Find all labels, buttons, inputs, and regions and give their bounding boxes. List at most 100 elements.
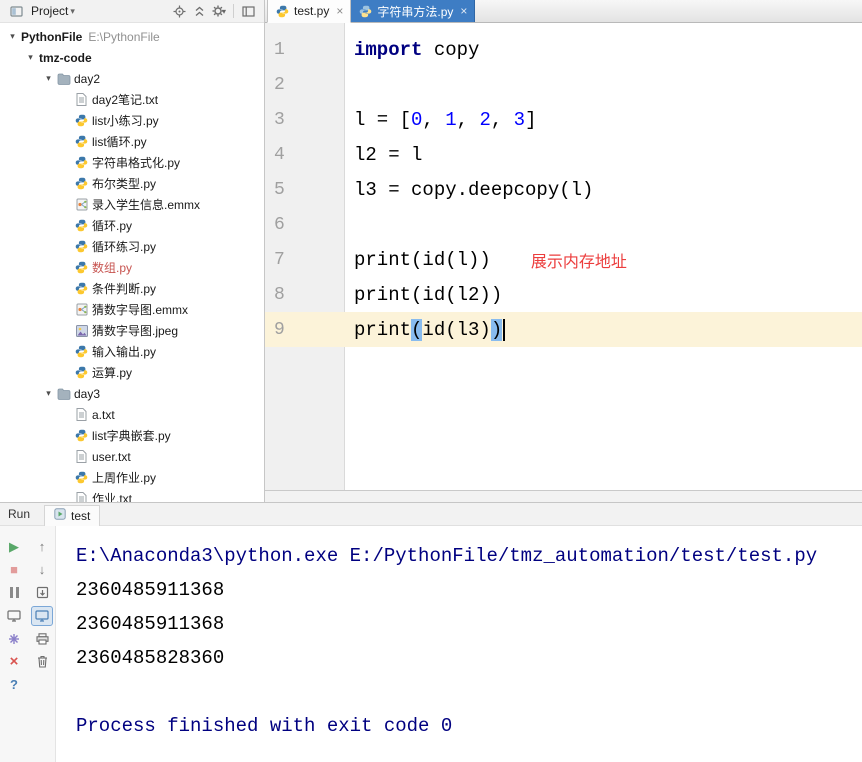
line-number[interactable]: 2 xyxy=(265,67,345,102)
code-text: print(id(l)) 展示内存地址 xyxy=(345,248,627,272)
tab-string-methods-py[interactable]: 字符串方法.py × xyxy=(351,0,476,22)
code-line[interactable]: 5 l3 = copy.deepcopy(l) xyxy=(265,172,862,207)
line-number[interactable]: 9 xyxy=(265,312,345,347)
stop-button[interactable]: ■ xyxy=(3,560,25,580)
project-panel-title[interactable]: Project xyxy=(31,4,68,18)
tree-item[interactable]: 输入输出.py xyxy=(0,341,264,362)
code-line[interactable]: 7 print(id(l)) 展示内存地址 xyxy=(265,242,862,277)
tree-item[interactable]: user.txt xyxy=(0,446,264,467)
close-icon[interactable]: × xyxy=(460,4,467,18)
down-stack-button[interactable]: ↓ xyxy=(31,560,53,580)
run-tab-label: test xyxy=(71,508,91,523)
tree-item[interactable]: 猜数字导图.emmx xyxy=(0,299,264,320)
code-segment-number: 3 xyxy=(513,108,526,131)
editor-pane: test.py × 字符串方法.py × 1 import copy 2 3 l = [… xyxy=(265,0,862,502)
line-number[interactable]: 5 xyxy=(265,172,345,207)
python-file-icon xyxy=(73,366,90,379)
folder-file-icon xyxy=(55,73,72,85)
project-tree: ▾ PythonFile E:\PythonFile ▾ tmz-code ▾ day2 da… xyxy=(0,23,264,502)
restore-layout-button[interactable] xyxy=(3,606,25,626)
code-segment-number: 1 xyxy=(445,108,457,131)
code-line[interactable]: 2 xyxy=(265,67,862,102)
code-line[interactable]: 1 import copy xyxy=(265,32,862,67)
chevron-down-icon[interactable]: ▾ xyxy=(42,73,55,84)
code-text: l = [0, 1, 2, 3] xyxy=(345,109,536,131)
tree-item[interactable]: list字典嵌套.py xyxy=(0,425,264,446)
line-number[interactable]: 3 xyxy=(265,102,345,137)
tree-item-label: tmz-code xyxy=(39,50,92,65)
line-number[interactable]: 6 xyxy=(265,207,345,242)
locate-file-icon[interactable] xyxy=(169,2,189,20)
settings-gear-icon[interactable]: ▾ xyxy=(209,2,229,20)
text-file-icon xyxy=(73,492,90,502)
tree-item[interactable]: ▾ PythonFile E:\PythonFile xyxy=(0,26,264,47)
tree-item[interactable]: day2笔记.txt xyxy=(0,89,264,110)
editor-bottom-strip xyxy=(265,490,862,502)
code-text: l2 = l xyxy=(345,144,422,166)
pause-output-button[interactable] xyxy=(3,583,25,603)
close-tab-button[interactable]: × xyxy=(3,652,25,672)
tree-item[interactable]: 布尔类型.py xyxy=(0,173,264,194)
tree-item-label: 字符串格式化.py xyxy=(92,156,181,170)
code-line[interactable]: 9 print(id(l3)) xyxy=(265,312,862,347)
code-segment-plain: , xyxy=(490,108,514,131)
console-output[interactable]: E:\Anaconda3\python.exe E:/PythonFile/tm… xyxy=(56,526,862,762)
tree-item[interactable]: 猜数字导图.jpeg xyxy=(0,320,264,341)
run-tab-test[interactable]: test xyxy=(44,504,101,526)
tab-test-py[interactable]: test.py × xyxy=(267,0,352,23)
chevron-down-icon[interactable]: ▾ xyxy=(6,31,19,42)
tree-item[interactable]: 字符串格式化.py xyxy=(0,152,264,173)
code-line[interactable]: 4 l2 = l xyxy=(265,137,862,172)
chevron-down-icon[interactable]: ▾ xyxy=(42,388,55,399)
colorize-output-button[interactable] xyxy=(3,629,25,649)
python-file-icon xyxy=(73,177,90,190)
tree-item[interactable]: 录入学生信息.emmx xyxy=(0,194,264,215)
tree-item[interactable]: 上周作业.py xyxy=(0,467,264,488)
tree-item[interactable]: 条件判断.py xyxy=(0,278,264,299)
code-line[interactable]: 6 xyxy=(265,207,862,242)
code-segment-plain: , xyxy=(456,108,480,131)
code-line[interactable]: 3l = [0, 1, 2, 3] xyxy=(265,102,862,137)
tree-item[interactable]: list小练习.py xyxy=(0,110,264,131)
soft-wrap-toggle[interactable] xyxy=(31,605,53,626)
tree-item[interactable]: 作业.txt xyxy=(0,488,264,502)
chevron-down-icon[interactable]: ▾ xyxy=(24,52,37,63)
line-number[interactable]: 7 xyxy=(265,242,345,277)
tree-item[interactable]: a.txt xyxy=(0,404,264,425)
clear-console-button[interactable] xyxy=(31,652,53,672)
tree-item-label: 输入输出.py xyxy=(92,345,157,359)
sparkle-icon xyxy=(9,633,19,644)
tree-item[interactable]: list循环.py xyxy=(0,131,264,152)
image-file-icon xyxy=(73,324,90,337)
text-cursor xyxy=(503,318,506,341)
printer-icon xyxy=(35,632,49,645)
collapse-all-icon[interactable] xyxy=(189,2,209,20)
rerun-button[interactable]: ▶ xyxy=(3,537,25,557)
line-number[interactable]: 4 xyxy=(265,137,345,172)
hide-panel-icon[interactable] xyxy=(238,2,258,20)
close-icon[interactable]: × xyxy=(336,4,343,18)
chevron-down-icon[interactable]: ▾ xyxy=(70,6,75,17)
code-editor[interactable]: 1 import copy 2 3 l = [0, 1, 2, 3] 4 l2 = l 5 l3… xyxy=(265,23,862,490)
code-segment-plain: print(id(l2)) xyxy=(354,283,503,306)
scroll-to-end-button[interactable] xyxy=(31,583,53,603)
tree-item[interactable]: ▾ day3 xyxy=(0,383,264,404)
print-button[interactable] xyxy=(31,629,53,649)
up-stack-button[interactable]: ↑ xyxy=(31,537,53,557)
tree-item[interactable]: ▾ tmz-code xyxy=(0,47,264,68)
line-number[interactable]: 1 xyxy=(265,32,345,67)
tree-item[interactable]: 循环.py xyxy=(0,215,264,236)
tree-item[interactable]: 数组.py xyxy=(0,257,264,278)
help-button[interactable]: ? xyxy=(3,675,25,695)
console-line: 2360485911368 xyxy=(76,579,225,601)
code-line[interactable]: 8 print(id(l2)) xyxy=(265,277,862,312)
code-text: import copy xyxy=(345,39,479,61)
tree-item-label: 作业.txt xyxy=(92,492,133,502)
line-number[interactable]: 8 xyxy=(265,277,345,312)
tree-item-label: 猜数字导图.jpeg xyxy=(92,324,179,338)
tree-item[interactable]: ▾ day2 xyxy=(0,68,264,89)
tree-item[interactable]: 运算.py xyxy=(0,362,264,383)
tree-item[interactable]: 循环练习.py xyxy=(0,236,264,257)
emmx-file-icon xyxy=(73,303,90,316)
python-file-icon xyxy=(73,135,90,148)
